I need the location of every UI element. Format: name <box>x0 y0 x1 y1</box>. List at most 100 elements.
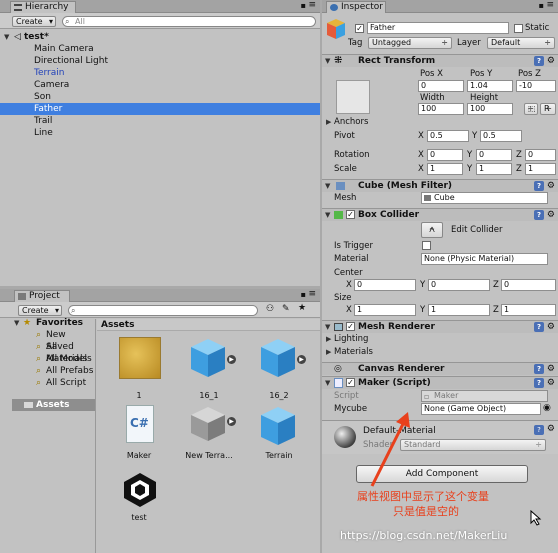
settings-gear-icon[interactable]: ⚙ <box>547 209 555 221</box>
height-field[interactable]: 100 <box>467 103 513 115</box>
size-z-field[interactable]: 1 <box>501 304 556 316</box>
pos-z-field[interactable]: -10 <box>516 80 556 92</box>
filter-type-icon[interactable]: ⚇ <box>266 304 274 314</box>
favorite-item[interactable]: ⌕ All Materials <box>12 341 95 364</box>
asset-scene[interactable]: test <box>109 471 169 541</box>
create-button[interactable]: Create <box>12 16 56 27</box>
rotation-y-field[interactable]: 0 <box>476 149 512 161</box>
shader-dropdown[interactable]: Standard <box>400 439 546 451</box>
play-arrow-icon[interactable]: ▶ <box>297 355 306 364</box>
scale-x-field[interactable]: 1 <box>427 163 463 175</box>
collapse-arrow-icon[interactable]: ▼ <box>325 55 330 67</box>
layer-dropdown[interactable]: Default <box>487 37 555 49</box>
hierarchy-item-line[interactable]: Line <box>0 127 320 139</box>
object-picker-icon[interactable]: ◉ <box>543 403 551 413</box>
menu-icon[interactable]: ≡ <box>546 0 554 10</box>
rect-transform-header[interactable]: ▼ ⁜ Rect Transform ? ⚙ <box>322 54 558 67</box>
pos-y-field[interactable]: 1.04 <box>467 80 513 92</box>
edit-collider-button[interactable]: ⍲ <box>421 222 443 238</box>
hierarchy-item-trail[interactable]: Trail <box>0 115 320 127</box>
raw-edit-button[interactable]: R <box>540 103 556 115</box>
collapse-arrow-icon[interactable]: ▼ <box>325 321 330 333</box>
tab-hierarchy[interactable]: Hierarchy <box>10 1 76 13</box>
help-icon[interactable]: ? <box>534 210 544 220</box>
canvas-renderer-header[interactable]: ◎ Canvas Renderer ? ⚙ <box>322 362 558 375</box>
rotation-x-field[interactable]: 0 <box>427 149 463 161</box>
box-collider-header[interactable]: ▼ ✓ Box Collider ? ⚙ <box>322 208 558 221</box>
favorite-item[interactable]: ⌕ All Models <box>12 353 95 365</box>
box-collider-enabled-checkbox[interactable]: ✓ <box>346 210 355 219</box>
static-checkbox[interactable] <box>514 24 523 33</box>
settings-gear-icon[interactable]: ⚙ <box>547 424 555 434</box>
object-name-field[interactable]: Father <box>367 22 509 34</box>
lock-icon[interactable]: ▪ <box>539 1 544 10</box>
asset-script[interactable]: C# Maker <box>109 405 169 475</box>
collapse-arrow-icon[interactable]: ▼ <box>14 317 19 329</box>
center-x-field[interactable]: 0 <box>354 279 416 291</box>
asset-material[interactable]: 1 <box>109 337 169 403</box>
settings-gear-icon[interactable]: ⚙ <box>547 180 555 192</box>
mycube-field[interactable]: None (Game Object) <box>421 403 541 415</box>
materials-arrow-icon[interactable]: ▶ <box>326 348 331 356</box>
maker-script-enabled-checkbox[interactable]: ✓ <box>346 378 355 387</box>
settings-gear-icon[interactable]: ⚙ <box>547 377 555 389</box>
favorite-star-icon[interactable]: ★ <box>298 303 306 313</box>
menu-icon[interactable]: ≡ <box>308 289 316 299</box>
tab-project[interactable]: Project <box>14 290 70 302</box>
maker-script-header[interactable]: ▼ ✓ Maker (Script) ? ⚙ <box>322 376 558 389</box>
filter-label-icon[interactable]: ✎ <box>282 304 290 314</box>
mesh-renderer-enabled-checkbox[interactable]: ✓ <box>346 322 355 331</box>
hierarchy-item-main-camera[interactable]: Main Camera <box>0 43 320 55</box>
hierarchy-item-son[interactable]: Son <box>0 91 320 103</box>
asset-prefab[interactable]: Terrain <box>249 405 309 475</box>
width-field[interactable]: 100 <box>418 103 464 115</box>
physic-material-field[interactable]: None (Physic Material) <box>421 253 548 265</box>
play-arrow-icon[interactable]: ▶ <box>227 355 236 364</box>
scene-row[interactable]: ▼ ◁ test* <box>0 31 320 43</box>
rotation-z-field[interactable]: 0 <box>525 149 556 161</box>
settings-gear-icon[interactable]: ⚙ <box>547 321 555 333</box>
favorite-item[interactable]: ⌕ All Script <box>12 377 95 389</box>
center-y-field[interactable]: 0 <box>428 279 490 291</box>
create-button[interactable]: Create <box>18 305 62 316</box>
favorite-item[interactable]: ⌕ New Saved <box>12 329 95 352</box>
mesh-filter-header[interactable]: ▼ Cube (Mesh Filter) ? ⚙ <box>322 179 558 192</box>
collapse-arrow-icon[interactable]: ▼ <box>325 209 330 221</box>
play-arrow-icon[interactable]: ▶ <box>227 417 236 426</box>
lighting-arrow-icon[interactable]: ▶ <box>326 335 331 343</box>
anchor-preset-box[interactable] <box>336 80 370 114</box>
hierarchy-item-camera[interactable]: Camera <box>0 79 320 91</box>
favorites-header[interactable]: ▼ ★ Favorites <box>12 317 95 329</box>
search-input[interactable]: ⌕ All <box>62 16 316 27</box>
blueprint-button[interactable]: ⬚ <box>524 103 538 115</box>
is-trigger-checkbox[interactable] <box>422 241 431 250</box>
asset-prefab[interactable]: ▶ 16_2 <box>249 337 309 403</box>
mesh-renderer-header[interactable]: ▼ ✓ Mesh Renderer ? ⚙ <box>322 320 558 333</box>
collapse-arrow-icon[interactable]: ▼ <box>4 31 9 43</box>
hierarchy-item-directional-light[interactable]: Directional Light <box>0 55 320 67</box>
favorite-item[interactable]: ⌕ All Prefabs <box>12 365 95 377</box>
lock-icon[interactable]: ▪ <box>301 1 306 10</box>
assets-folder[interactable]: Assets <box>12 399 95 411</box>
tag-dropdown[interactable]: Untagged <box>368 37 452 49</box>
scale-z-field[interactable]: 1 <box>525 163 556 175</box>
pivot-y-field[interactable]: 0.5 <box>480 130 522 142</box>
settings-gear-icon[interactable]: ⚙ <box>547 55 555 67</box>
size-y-field[interactable]: 1 <box>428 304 490 316</box>
hierarchy-item-father[interactable]: Father <box>0 103 320 115</box>
help-icon[interactable]: ? <box>534 378 544 388</box>
asset-prefab[interactable]: ▶ 16_1 <box>179 337 239 403</box>
scale-y-field[interactable]: 1 <box>476 163 512 175</box>
pivot-x-field[interactable]: 0.5 <box>427 130 469 142</box>
center-z-field[interactable]: 0 <box>501 279 556 291</box>
help-icon[interactable]: ? <box>534 181 544 191</box>
hierarchy-item-terrain[interactable]: Terrain <box>0 67 320 79</box>
active-checkbox[interactable]: ✓ <box>355 24 364 33</box>
help-icon[interactable]: ? <box>534 322 544 332</box>
settings-gear-icon[interactable]: ⚙ <box>547 363 555 375</box>
help-icon[interactable]: ? <box>534 425 544 435</box>
tab-inspector[interactable]: Inspector <box>326 1 386 13</box>
search-input[interactable]: ⌕ <box>68 305 258 316</box>
anchors-arrow-icon[interactable]: ▶ <box>326 118 331 126</box>
pos-x-field[interactable]: 0 <box>418 80 464 92</box>
